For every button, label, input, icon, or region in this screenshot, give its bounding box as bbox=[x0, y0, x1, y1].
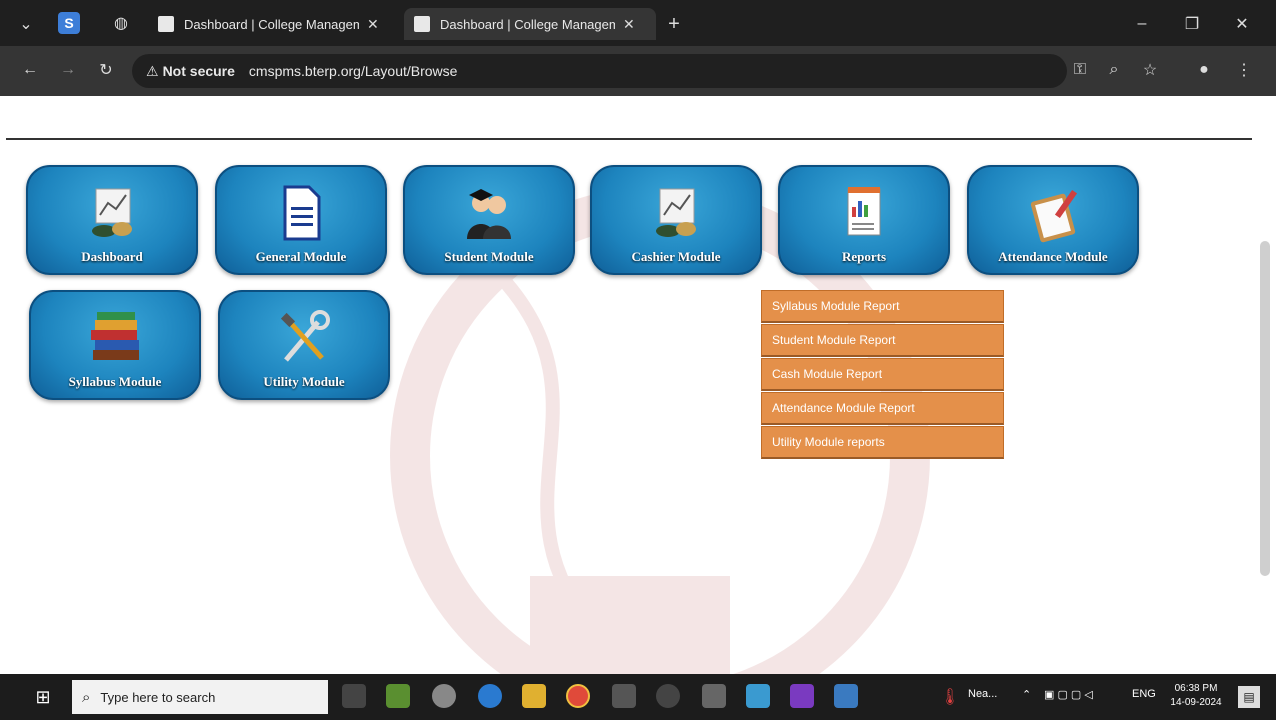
module-dashboard[interactable]: Dashboard bbox=[26, 165, 198, 275]
browser-chrome: ⌄ S ◍ Dashboard | College Managem ✕ Dash… bbox=[0, 0, 1276, 96]
page-content: Dashboard General Module Student Module … bbox=[0, 96, 1276, 674]
header-divider bbox=[6, 138, 1252, 140]
clock[interactable]: 06:38 PM 14-09-2024 bbox=[1168, 682, 1224, 710]
edge-browser-icon[interactable] bbox=[478, 684, 502, 708]
module-label: Student Module bbox=[444, 249, 534, 264]
menu-item-utility-report[interactable]: Utility Module reports bbox=[761, 426, 1004, 459]
taskbar-search-box[interactable]: ⌕ Type here to search bbox=[72, 680, 328, 714]
module-attendance[interactable]: Attendance Module bbox=[967, 165, 1139, 275]
new-tab-icon[interactable]: + bbox=[662, 12, 686, 36]
menu-item-attendance-report[interactable]: Attendance Module Report bbox=[761, 392, 1004, 425]
module-label: Reports bbox=[841, 249, 887, 264]
clipboard-icon bbox=[1030, 189, 1078, 243]
tab-title: Dashboard | College Managem bbox=[440, 16, 615, 32]
tab-search-icon[interactable]: ⌄ bbox=[14, 12, 38, 36]
module-label: Dashboard bbox=[81, 249, 143, 264]
cashier-chart-icon bbox=[656, 188, 696, 237]
clock-date: 14-09-2024 bbox=[1170, 697, 1222, 708]
close-tab-icon[interactable]: ✕ bbox=[623, 16, 635, 33]
app-icon-4[interactable] bbox=[702, 684, 726, 708]
forward-icon[interactable]: → bbox=[56, 58, 80, 82]
pinned-tab-s-icon[interactable]: S bbox=[58, 12, 80, 34]
profile-icon[interactable]: ● bbox=[1192, 58, 1216, 82]
app-icon-5[interactable] bbox=[746, 684, 770, 708]
browser-toolbar: ← → ↻ ⚠ Not secure cmspms.bterp.org/Layo… bbox=[0, 46, 1276, 96]
dashboard-chart-icon bbox=[92, 188, 132, 237]
tab-title: Dashboard | College Managem bbox=[184, 16, 359, 32]
back-icon[interactable]: ← bbox=[18, 58, 42, 82]
weather-icon[interactable]: 🌡 bbox=[940, 686, 960, 708]
page-scrollbar[interactable] bbox=[1260, 241, 1270, 576]
menu-item-cash-report[interactable]: Cash Module Report bbox=[761, 358, 1004, 391]
menu-item-student-report[interactable]: Student Module Report bbox=[761, 324, 1004, 357]
app-icon-6[interactable] bbox=[834, 684, 858, 708]
students-icon bbox=[467, 189, 511, 239]
notification-icon[interactable]: ▤ bbox=[1238, 686, 1260, 708]
module-label: General Module bbox=[255, 249, 347, 264]
bookmark-star-icon[interactable]: ☆ bbox=[1138, 58, 1162, 82]
app-icon-2[interactable] bbox=[432, 684, 456, 708]
tray-overflow-icon[interactable]: ⌃ bbox=[1022, 688, 1031, 701]
module-label: Attendance Module bbox=[998, 249, 1108, 264]
file-explorer-icon[interactable] bbox=[522, 684, 546, 708]
reports-dropdown-menu: Syllabus Module Report Student Module Re… bbox=[761, 290, 1004, 460]
warning-icon: ⚠ bbox=[146, 62, 159, 79]
task-view-icon[interactable] bbox=[342, 684, 366, 708]
page-favicon-icon bbox=[414, 16, 430, 32]
address-bar[interactable]: ⚠ Not secure cmspms.bterp.org/Layout/Bro… bbox=[132, 54, 1067, 88]
module-label: Syllabus Module bbox=[68, 374, 162, 389]
tab-dashboard-1[interactable]: Dashboard | College Managem ✕ bbox=[148, 8, 398, 40]
menu-item-syllabus-report[interactable]: Syllabus Module Report bbox=[761, 290, 1004, 323]
close-tab-icon[interactable]: ✕ bbox=[367, 16, 379, 33]
module-label: Cashier Module bbox=[631, 249, 721, 264]
app-icon-1[interactable] bbox=[386, 684, 410, 708]
chrome-browser-icon[interactable] bbox=[566, 684, 590, 708]
restore-icon[interactable]: ❐ bbox=[1180, 12, 1204, 36]
menu-kebab-icon[interactable]: ⋮ bbox=[1232, 58, 1256, 82]
password-key-icon[interactable]: ⚿ bbox=[1068, 58, 1092, 82]
windows-taskbar: ⊞ ⌕ Type here to search 🌡 Nea... ⌃ ▣ ▢ ▢… bbox=[0, 674, 1276, 720]
visual-studio-icon[interactable] bbox=[790, 684, 814, 708]
app-icon-3[interactable] bbox=[612, 684, 636, 708]
tab-dashboard-2[interactable]: Dashboard | College Managem ✕ bbox=[404, 8, 656, 40]
windows-start-icon[interactable]: ⊞ bbox=[30, 684, 56, 710]
page-favicon-icon bbox=[158, 16, 174, 32]
zoom-icon[interactable]: ⌕ bbox=[1102, 58, 1126, 82]
module-label: Utility Module bbox=[263, 374, 345, 389]
clock-time: 06:38 PM bbox=[1174, 683, 1218, 694]
module-student[interactable]: Student Module bbox=[403, 165, 575, 275]
language-indicator[interactable]: ENG bbox=[1132, 688, 1156, 700]
url-text[interactable]: cmspms.bterp.org/Layout/Browse bbox=[249, 63, 458, 79]
security-label[interactable]: Not secure bbox=[163, 63, 235, 79]
module-cashier[interactable]: Cashier Module bbox=[590, 165, 762, 275]
tray-app-icons[interactable]: ▣ ▢ ▢ ◁ bbox=[1044, 688, 1093, 701]
whatsapp-icon[interactable] bbox=[656, 684, 680, 708]
module-reports[interactable]: Reports bbox=[778, 165, 950, 275]
report-icon bbox=[847, 187, 881, 236]
pinned-tab-globe-icon[interactable]: ◍ bbox=[110, 12, 132, 34]
module-general[interactable]: General Module bbox=[215, 165, 387, 275]
module-syllabus[interactable]: Syllabus Module bbox=[29, 290, 201, 400]
tab-strip: ⌄ S ◍ Dashboard | College Managem ✕ Dash… bbox=[0, 0, 1276, 46]
tools-icon bbox=[280, 310, 330, 362]
search-icon: ⌕ bbox=[82, 688, 91, 706]
reload-icon[interactable]: ↻ bbox=[94, 58, 118, 82]
document-icon bbox=[283, 185, 321, 241]
search-placeholder: Type here to search bbox=[100, 689, 216, 705]
weather-text[interactable]: Nea... bbox=[968, 688, 997, 700]
module-utility[interactable]: Utility Module bbox=[218, 290, 390, 400]
books-icon bbox=[91, 312, 139, 360]
close-window-icon[interactable]: ✕ bbox=[1230, 12, 1254, 36]
minimize-icon[interactable]: – bbox=[1130, 12, 1154, 36]
